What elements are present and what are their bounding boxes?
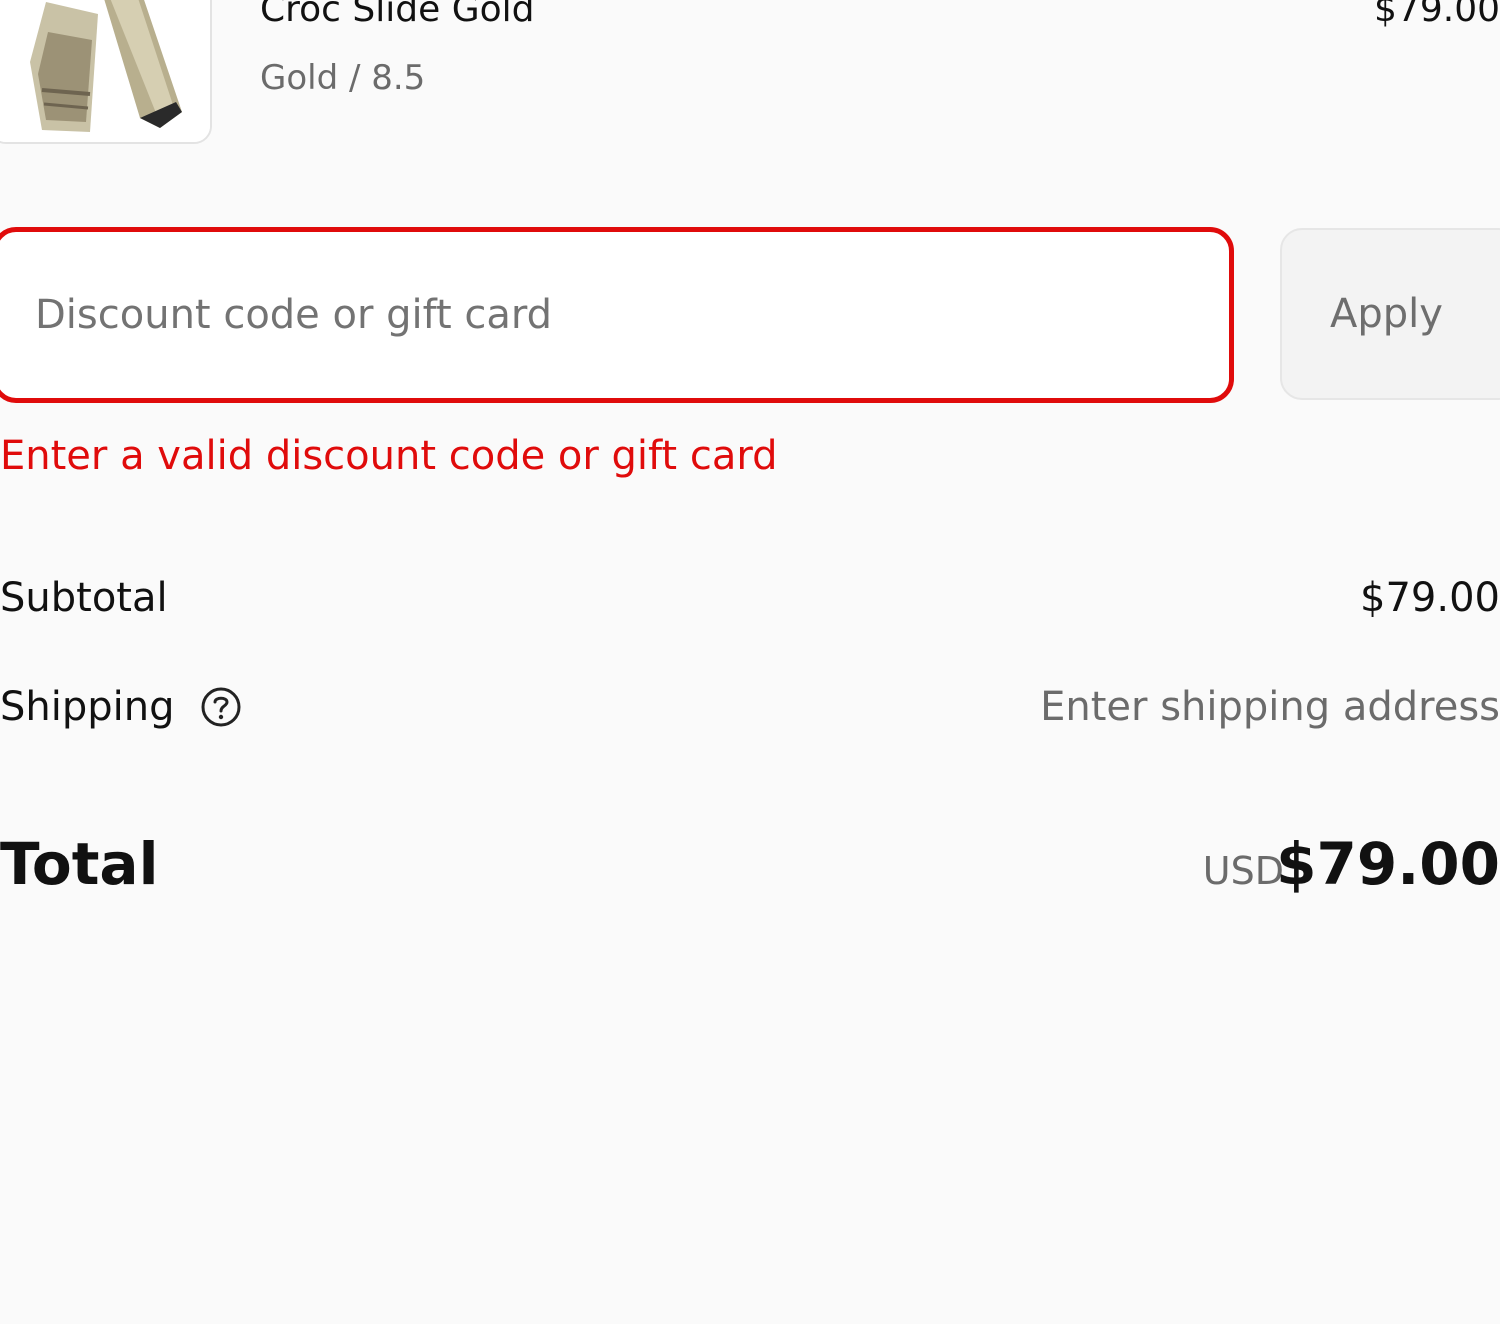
total-currency: USD: [1202, 849, 1284, 893]
product-price: $79.00: [1374, 0, 1500, 30]
order-summary-panel: Croc Slide Gold Gold / 8.5 $79.00 Apply …: [0, 0, 1500, 1324]
total-amount: $79.00: [1276, 830, 1500, 898]
subtotal-value: $79.00: [1360, 575, 1500, 621]
product-name: Croc Slide Gold: [260, 0, 535, 30]
question-circle-icon[interactable]: [200, 686, 242, 728]
discount-field[interactable]: [0, 227, 1234, 403]
shipping-label: Shipping: [0, 684, 175, 730]
product-thumbnail: [0, 0, 212, 144]
sandal-product-image: [0, 0, 210, 142]
product-variant: Gold / 8.5: [260, 58, 426, 98]
discount-code-input[interactable]: [35, 232, 1195, 398]
shipping-value: Enter shipping address: [1040, 684, 1500, 730]
subtotal-label: Subtotal: [0, 575, 168, 621]
discount-error-message: Enter a valid discount code or gift card: [0, 433, 778, 479]
total-label: Total: [0, 830, 159, 898]
apply-discount-button[interactable]: Apply: [1280, 228, 1500, 400]
